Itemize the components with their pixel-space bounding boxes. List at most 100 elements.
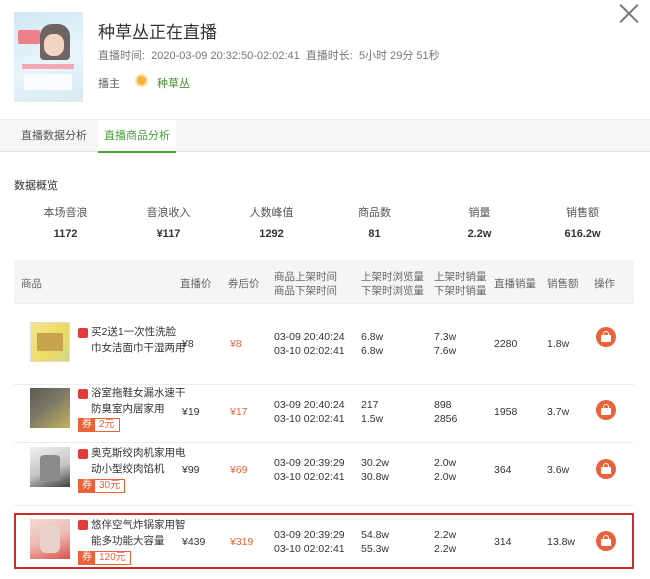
col-shelf-on-time[interactable]: 商品上架时间 (274, 270, 337, 284)
stat-value: 2.2w (467, 228, 492, 240)
after-coupon-price: ¥69 (230, 464, 248, 476)
views-on: 30.2w (361, 457, 390, 469)
revenue: 3.6w (547, 464, 570, 476)
live-cover-image[interactable] (14, 12, 83, 102)
col-shelf-off-time[interactable]: 商品下架时间 (274, 284, 337, 298)
col-sales-on[interactable]: 上架时销量 (434, 270, 487, 284)
sales-on: 7.3w (434, 331, 457, 343)
live-header: 种草丛正在直播 直播时间: 2020-03-09 20:32:50-02:02:… (14, 12, 650, 104)
coupon-badge: 券 2元 (78, 418, 120, 432)
revenue: 1.8w (547, 338, 570, 350)
live-price: ¥19 (182, 406, 200, 418)
product-image[interactable] (30, 388, 70, 428)
product-image[interactable] (30, 519, 70, 559)
table-row-highlighted: 悠伴空气炸锅家用智能多功能大容量 券 120元 ¥439 ¥319 03-09 2… (14, 513, 634, 569)
col-views-off[interactable]: 下架时浏览量 (361, 284, 424, 298)
live-meta: 直播时间: 2020-03-09 20:32:50-02:02:41 直播时长:… (98, 47, 443, 63)
live-sales: 364 (494, 464, 512, 476)
views-on: 54.8w (361, 529, 390, 541)
views-off: 1.5w (361, 413, 384, 425)
stat-value: 81 (368, 228, 381, 240)
shelf-off-time: 03-10 02:02:41 (274, 471, 345, 483)
live-duration-label: 直播时长: (305, 50, 353, 62)
stat-label: 人数峰值 (249, 207, 294, 219)
stat-value: 616.2w (564, 228, 601, 240)
cart-icon[interactable] (596, 327, 616, 347)
tab-bar: 直播数据分析 直播商品分析 (0, 119, 650, 153)
col-sales-off[interactable]: 下架时销量 (434, 284, 487, 298)
product-name[interactable]: 浴室拖鞋女漏水速干防臭室内居家用 (91, 385, 186, 417)
col-live-sales[interactable]: 直播销量 (494, 277, 536, 291)
after-coupon-price: ¥8 (230, 338, 242, 350)
coupon-tag: 券 (79, 480, 95, 492)
shelf-on-time: 03-09 20:39:29 (274, 457, 345, 469)
shelf-off-time: 03-10 02:02:41 (274, 413, 345, 425)
coupon-badge: 券 30元 (78, 479, 126, 493)
col-action: 操作 (594, 278, 615, 290)
views-off: 30.8w (361, 471, 390, 483)
tab-live-data-analysis[interactable]: 直播数据分析 (21, 120, 87, 153)
live-title: 种草丛正在直播 (98, 23, 217, 42)
shelf-on-time: 03-09 20:39:29 (274, 529, 345, 541)
revenue: 3.7w (547, 406, 570, 418)
coupon-badge: 券 120元 (78, 551, 131, 565)
anchor-avatar-icon (135, 74, 148, 87)
coupon-tag: 券 (79, 552, 95, 564)
views-on: 6.8w (361, 331, 384, 343)
sales-off: 7.6w (434, 345, 457, 357)
after-coupon-price: ¥319 (230, 536, 254, 548)
live-sales: 2280 (494, 338, 518, 350)
stat-label: 销量 (468, 207, 491, 219)
platform-badge-icon (78, 389, 88, 399)
stat-sound-wave: 本场音浪 1172 (14, 204, 117, 240)
product-name[interactable]: 买2送1一次性洗脸巾女洁面巾干湿两用 (91, 324, 186, 356)
product-image[interactable] (30, 322, 70, 362)
shelf-on-time: 03-09 20:40:24 (274, 399, 345, 411)
stat-label: 本场音浪 (43, 207, 88, 219)
platform-badge-icon (78, 328, 88, 338)
product-name[interactable]: 奥克斯绞肉机家用电动小型绞肉馅机 (91, 445, 186, 477)
live-price: ¥8 (182, 338, 194, 350)
coupon-amount: 120元 (99, 552, 126, 563)
revenue: 13.8w (547, 536, 576, 548)
stat-value: 1172 (53, 228, 78, 240)
sales-off: 2.2w (434, 543, 457, 555)
product-image[interactable] (30, 447, 70, 487)
live-sales: 1958 (494, 406, 518, 418)
table-row: 买2送1一次性洗脸巾女洁面巾干湿两用 ¥8 ¥8 03-09 20:40:24 … (14, 322, 634, 385)
cart-icon[interactable] (596, 400, 616, 420)
table-row: 浴室拖鞋女漏水速干防臭室内居家用 券 2元 ¥19 ¥17 03-09 20:40… (14, 380, 634, 443)
live-time-label: 直播时间: (98, 50, 146, 62)
stat-label: 商品数 (358, 207, 391, 219)
platform-badge-icon (78, 520, 88, 530)
sales-off: 2856 (434, 413, 458, 425)
overview-title: 数据概览 (14, 180, 58, 192)
col-revenue[interactable]: 销售额 (547, 277, 579, 291)
tab-live-product-analysis[interactable]: 直播商品分析 (98, 120, 176, 153)
shelf-off-time: 03-10 02:02:41 (274, 543, 345, 555)
live-sales: 314 (494, 536, 512, 548)
shelf-on-time: 03-09 20:40:24 (274, 331, 345, 343)
live-time-value: 2020-03-09 20:32:50-02:02:41 (151, 50, 300, 62)
col-coupon-price[interactable]: 券后价 (228, 277, 260, 291)
views-off: 6.8w (361, 345, 384, 357)
after-coupon-price: ¥17 (230, 406, 248, 418)
live-price: ¥99 (182, 464, 200, 476)
anchor-name-link[interactable]: 种草丛 (157, 75, 190, 91)
cart-icon[interactable] (596, 531, 616, 551)
table-header: 商品 直播价 券后价 商品上架时间 商品下架时间 上架时浏览量 下架时浏览量 上… (14, 260, 634, 304)
table-row: 奥克斯绞肉机家用电动小型绞肉馅机 券 30元 ¥99 ¥69 03-09 20:3… (14, 443, 634, 506)
views-off: 55.3w (361, 543, 390, 555)
coupon-amount: 2元 (99, 419, 115, 430)
cart-icon[interactable] (596, 459, 616, 479)
col-product: 商品 (21, 278, 42, 290)
col-live-price[interactable]: 直播价 (180, 277, 212, 291)
stat-product-count: 商品数 81 (323, 204, 426, 240)
stat-value: 1292 (259, 228, 284, 240)
col-views-on[interactable]: 上架时浏览量 (361, 270, 424, 284)
shelf-off-time: 03-10 02:02:41 (274, 345, 345, 357)
stat-label: 音浪收入 (146, 207, 191, 219)
stat-peak-viewers: 人数峰值 1292 (220, 204, 323, 240)
live-duration-value: 5小时 29分 51秒 (358, 50, 440, 62)
product-name[interactable]: 悠伴空气炸锅家用智能多功能大容量 (91, 517, 186, 549)
